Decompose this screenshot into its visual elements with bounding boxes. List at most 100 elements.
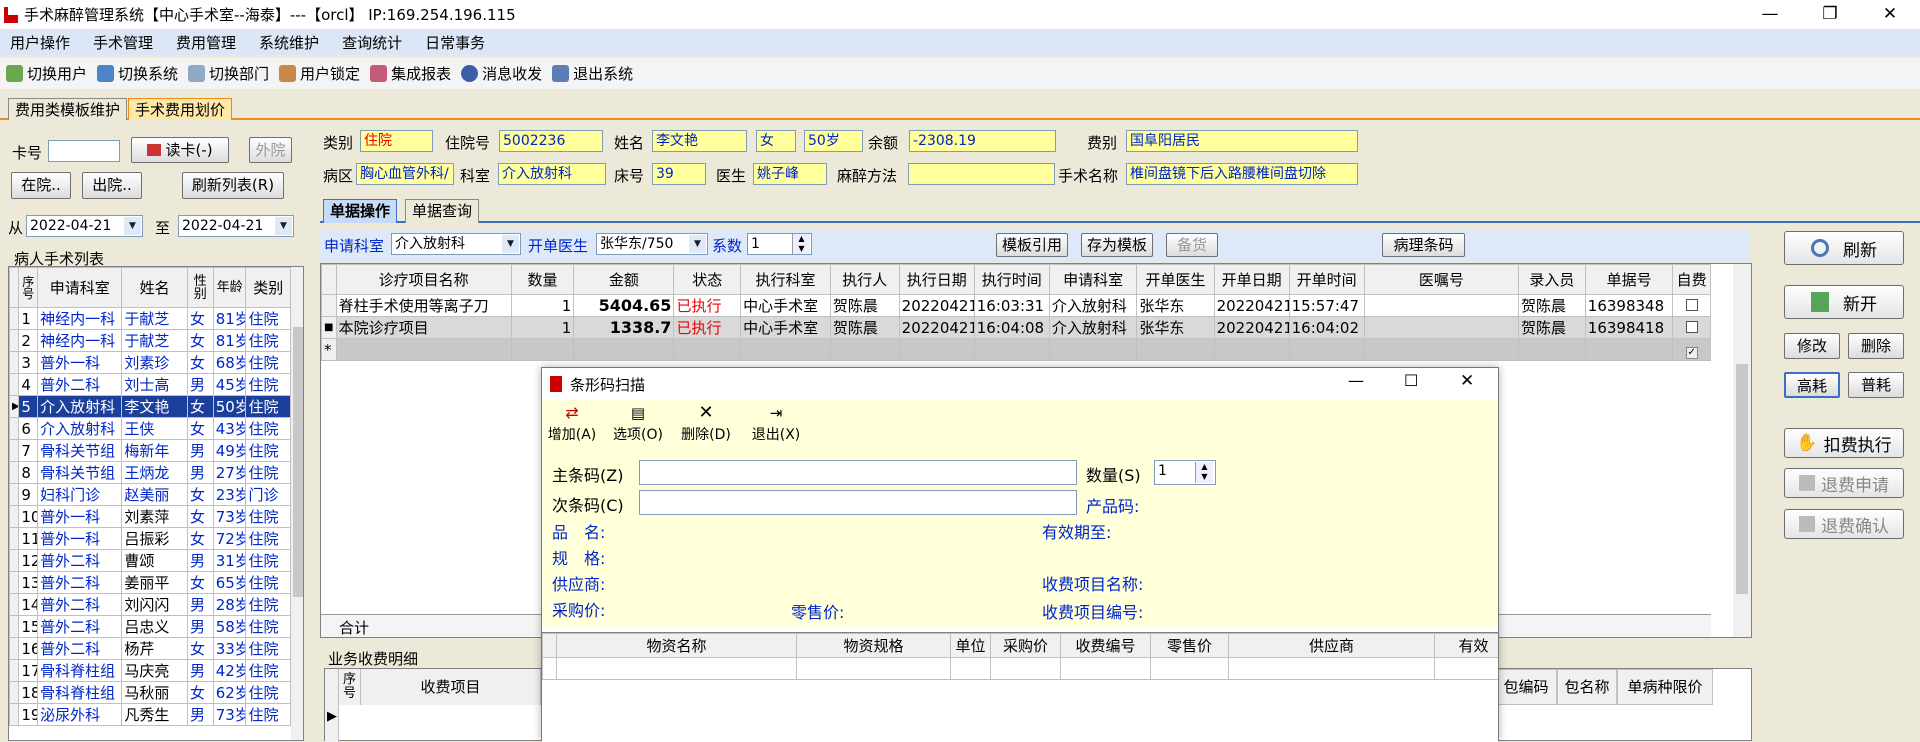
dialog-delete-button[interactable]: ✕ 删除(D) <box>678 402 734 444</box>
stock-button[interactable]: 备货 <box>1166 233 1218 257</box>
patient-row[interactable]: 13普外二科姜丽平女65岁住院 <box>9 571 291 594</box>
outside-hospital-button[interactable]: 外院 <box>249 137 292 163</box>
col-package-code[interactable]: 包编码 <box>1495 669 1557 705</box>
col-executor[interactable]: 执行人 <box>829 264 900 295</box>
col-entry[interactable]: 录入员 <box>1518 264 1586 295</box>
patient-row[interactable]: 4普外二科刘士高男45岁住院 <box>9 373 291 396</box>
switch-system-button[interactable]: 切换系统 <box>97 63 178 84</box>
col-sex[interactable]: 性别 <box>186 267 214 308</box>
delete-button[interactable]: 删除 <box>1848 333 1904 359</box>
col-age[interactable]: 年龄 <box>212 267 247 308</box>
col-fee-no[interactable]: 收费编号 <box>1060 633 1151 658</box>
tab-fee-templates[interactable]: 费用类模板维护 <box>8 98 128 120</box>
read-card-button[interactable]: 读卡(-) <box>131 137 229 163</box>
menu-surgery[interactable]: 手术管理 <box>93 32 153 53</box>
to-date-picker[interactable]: 2022-04-21 <box>178 215 294 237</box>
menu-daily[interactable]: 日常事务 <box>425 32 485 53</box>
patient-row[interactable]: 15普外二科吕忠义男58岁住院 <box>9 615 291 638</box>
item-row[interactable]: ■ 本院诊疗项目 1 1338.7 已执行 中心手术室 贺陈晨 20220421 16:04:0… <box>321 316 1711 339</box>
lock-user-button[interactable]: 用户锁定 <box>279 63 360 84</box>
col-exec-dept[interactable]: 执行科室 <box>740 264 831 295</box>
dialog-close-button[interactable]: ✕ <box>1460 371 1474 391</box>
col-detail-index[interactable]: 序号 <box>339 669 361 705</box>
exit-system-button[interactable]: 退出系统 <box>552 63 633 84</box>
col-item-name[interactable]: 诊疗项目名称 <box>335 264 512 295</box>
col-unit[interactable]: 单位 <box>950 633 991 658</box>
patient-row[interactable]: 11普外一科吕振彩女72岁住院 <box>9 527 291 550</box>
patient-row[interactable]: 16普外二科杨芹女33岁住院 <box>9 637 291 660</box>
minimize-button[interactable]: — <box>1740 0 1800 29</box>
patient-row[interactable]: 7骨科关节组梅新年男49岁住院 <box>9 439 291 462</box>
dialog-add-button[interactable]: ⇄ 增加(A) <box>546 402 598 444</box>
col-type[interactable]: 类别 <box>245 267 291 308</box>
col-order-doctor[interactable]: 开单医生 <box>1136 264 1215 295</box>
patient-list-scrollbar[interactable] <box>291 267 303 740</box>
col-status[interactable]: 状态 <box>673 264 742 295</box>
col-self-pay[interactable]: 自费 <box>1672 264 1711 295</box>
col-material-name[interactable]: 物资名称 <box>556 633 797 658</box>
dialog-minimize-button[interactable]: — <box>1348 371 1364 390</box>
order-doctor-dropdown[interactable]: 张华东/750 <box>596 233 708 255</box>
dialog-exit-button[interactable]: ⇥ 退出(X) <box>748 402 804 444</box>
tab-doc-query[interactable]: 单据查询 <box>405 199 480 223</box>
col-order-date[interactable]: 开单日期 <box>1213 264 1290 295</box>
scrollbar-thumb[interactable] <box>293 327 303 597</box>
refund-confirm-button[interactable]: 退费确认 <box>1784 509 1904 539</box>
patient-row[interactable]: 3普外一科刘素珍女68岁住院 <box>9 351 291 374</box>
dialog-maximize-button[interactable]: ☐ <box>1404 371 1418 390</box>
menu-fees[interactable]: 费用管理 <box>176 32 236 53</box>
menu-system[interactable]: 系统维护 <box>259 32 319 53</box>
refresh-list-button[interactable]: 刷新列表(R) <box>182 172 284 199</box>
col-valid[interactable]: 有效 <box>1434 633 1498 658</box>
items-scrollbar[interactable] <box>1733 264 1751 637</box>
col-order-no[interactable]: 医嘱号 <box>1363 264 1520 295</box>
col-amount[interactable]: 金额 <box>573 264 675 295</box>
self-pay-checkbox[interactable] <box>1672 294 1711 317</box>
dialog-options-button[interactable]: ▤ 选项(O) <box>612 402 664 444</box>
patient-row[interactable]: 17骨科脊柱组马庆亮男42岁住院 <box>9 659 291 682</box>
refund-request-button[interactable]: 退费申请 <box>1784 468 1904 498</box>
col-doc-no[interactable]: 单据号 <box>1584 264 1674 295</box>
patient-row[interactable]: 10普外一科刘素萍女73岁住院 <box>9 505 291 528</box>
refresh-button[interactable]: 刷新 <box>1784 231 1904 265</box>
patient-row[interactable]: 9妇科门诊赵美丽女23岁门诊 <box>9 483 291 506</box>
reports-button[interactable]: 集成报表 <box>370 63 451 84</box>
item-row[interactable]: 脊柱手术使用等离子刀 1 5404.65 已执行 中心手术室 贺陈晨 20220421 16:… <box>321 294 1711 317</box>
sub-barcode-input[interactable] <box>639 490 1077 515</box>
menu-user-ops[interactable]: 用户操作 <box>10 32 70 53</box>
col-apply-dept[interactable]: 申请科室 <box>1048 264 1138 295</box>
main-barcode-input[interactable] <box>639 460 1077 485</box>
tab-surgery-fees[interactable]: 手术费用划价 <box>128 98 233 120</box>
patient-row[interactable]: ▶5介入放射科李文艳女50岁住院 <box>9 395 291 418</box>
new-item-row[interactable]: * ✓ <box>321 338 1711 361</box>
patient-row[interactable]: 1神经内一科于献芝女81岁住院 <box>9 307 291 330</box>
from-date-picker[interactable]: 2022-04-21 <box>26 215 143 237</box>
self-pay-checkbox[interactable]: ✓ <box>1672 338 1711 361</box>
switch-user-button[interactable]: 切换用户 <box>6 63 87 84</box>
discharged-button[interactable]: 出院.. <box>82 172 142 199</box>
charge-execute-button[interactable]: ✋ 扣费执行 <box>1784 428 1904 458</box>
col-single-disease-limit[interactable]: 单病种限价 <box>1617 669 1713 705</box>
col-index[interactable]: 序号 <box>18 267 39 308</box>
template-ref-button[interactable]: 模板引用 <box>996 233 1068 257</box>
edit-button[interactable]: 修改 <box>1784 333 1840 359</box>
col-dept[interactable]: 申请科室 <box>37 267 123 308</box>
high-consumable-button[interactable]: 高耗 <box>1784 372 1840 398</box>
messages-button[interactable]: 消息收发 <box>461 63 542 84</box>
patient-row[interactable]: 2神经内一科于献芝女81岁住院 <box>9 329 291 352</box>
col-material-spec[interactable]: 物资规格 <box>796 633 951 658</box>
col-supplier[interactable]: 供应商 <box>1228 633 1435 658</box>
self-pay-checkbox[interactable] <box>1672 316 1711 339</box>
save-template-button[interactable]: 存为模板 <box>1081 233 1153 257</box>
col-exec-time[interactable]: 执行时间 <box>973 264 1050 295</box>
col-fee-item[interactable]: 收费项目 <box>361 669 541 705</box>
patient-row[interactable]: 8骨科关节组王炳龙男27岁住院 <box>9 461 291 484</box>
col-purchase-price[interactable]: 采购价 <box>990 633 1061 658</box>
tab-doc-ops[interactable]: 单据操作 <box>323 199 398 223</box>
col-exec-date[interactable]: 执行日期 <box>898 264 975 295</box>
col-name[interactable]: 姓名 <box>121 267 188 308</box>
patient-row[interactable]: 6介入放射科王侠女43岁住院 <box>9 417 291 440</box>
dialog-qty-spinner[interactable]: ▲ ▼ <box>1195 462 1213 483</box>
patient-row[interactable]: 14普外二科刘闪闪男28岁住院 <box>9 593 291 616</box>
apply-dept-dropdown[interactable]: 介入放射科 <box>391 233 521 255</box>
